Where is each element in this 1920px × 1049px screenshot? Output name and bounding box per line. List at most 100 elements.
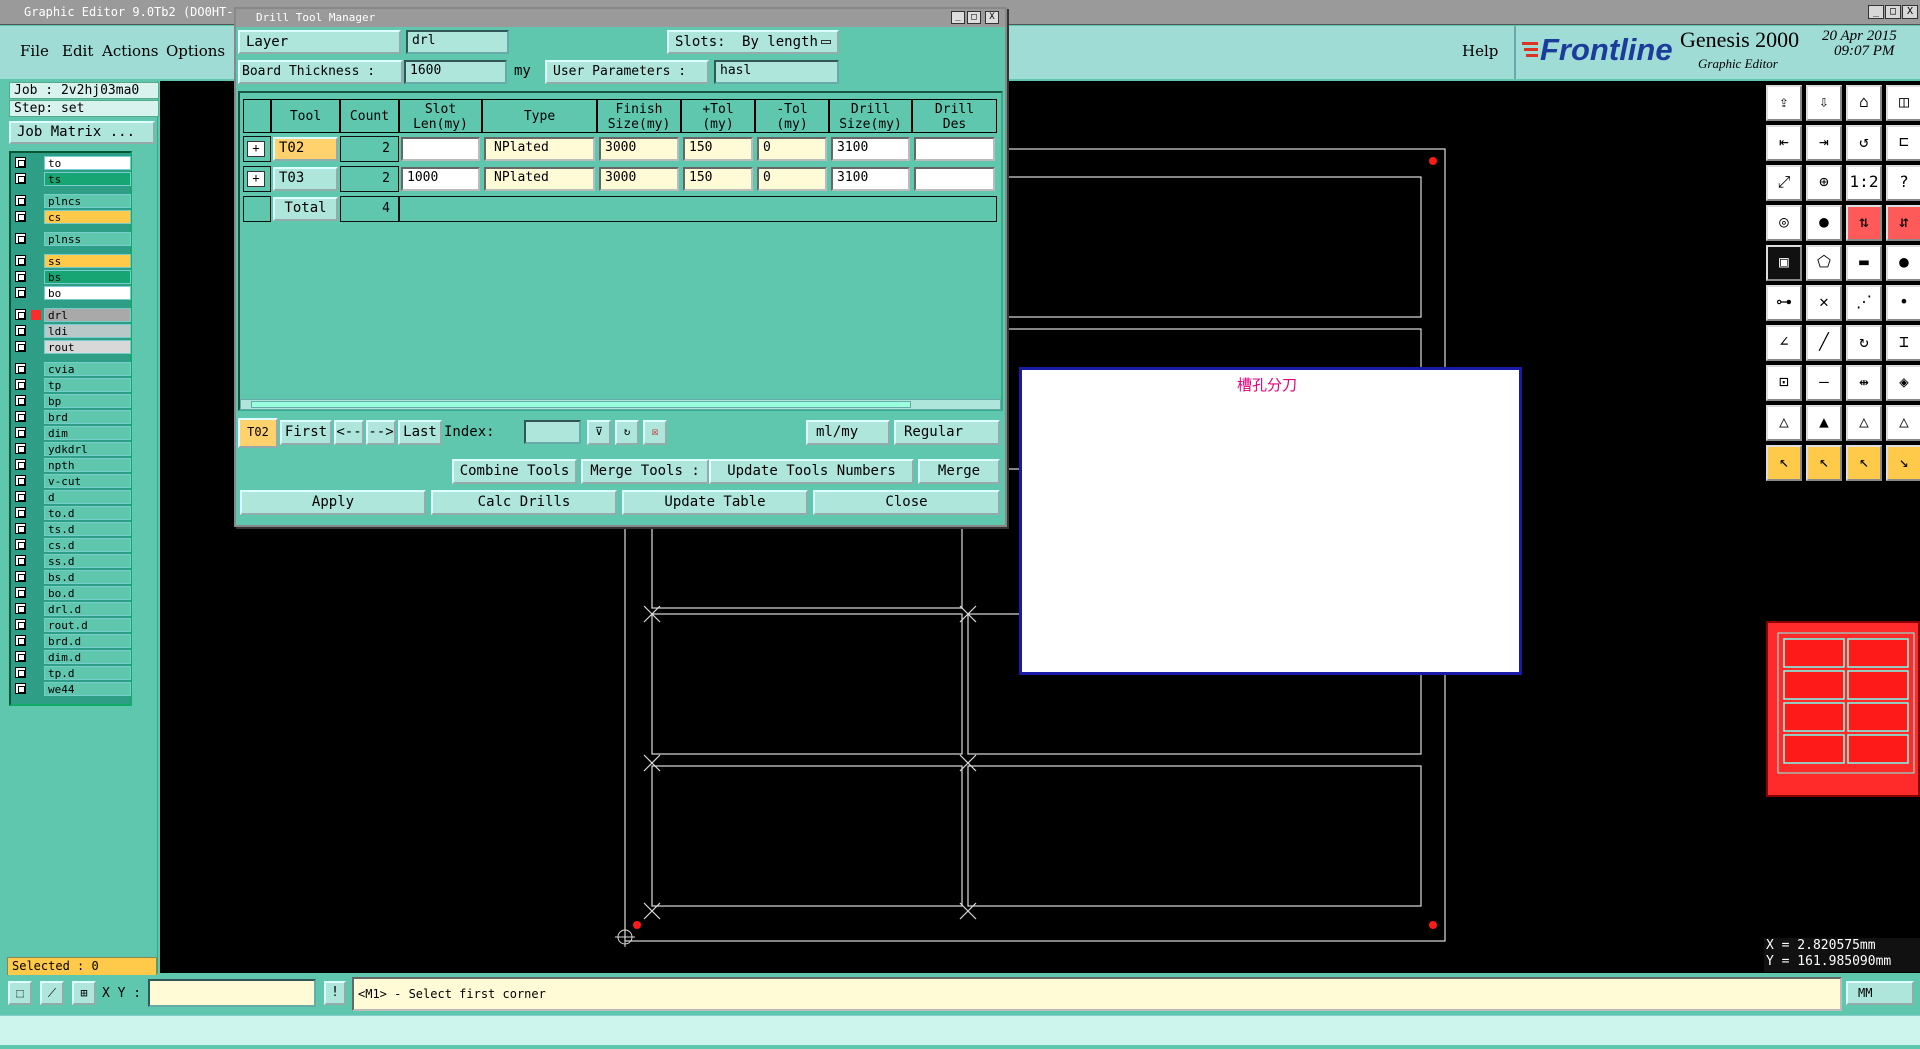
table-scrollbar[interactable] <box>240 399 1001 410</box>
menu-edit[interactable]: Edit <box>62 42 93 60</box>
cell-mtol[interactable]: 0 <box>757 167 827 191</box>
zoom-box-icon[interactable]: ⬚ <box>8 981 32 1005</box>
layer-name[interactable]: dim <box>44 426 131 440</box>
layer-name[interactable]: plncs <box>44 194 131 208</box>
save-icon[interactable]: ⇩ <box>1806 85 1842 121</box>
layer-row[interactable]: bo <box>14 286 131 300</box>
down-arrow-icon[interactable]: ⊽ <box>587 420 611 445</box>
triangle-b-icon[interactable]: △ <box>1846 405 1882 441</box>
layer-checkbox[interactable] <box>15 211 26 222</box>
layer-row[interactable]: brd <box>14 410 131 424</box>
shapes-icon[interactable]: ◈ <box>1886 365 1920 401</box>
dialog-minimize-button[interactable]: _ <box>951 11 965 24</box>
mode-selector[interactable]: Regular <box>894 420 1000 445</box>
cell-ptol[interactable]: 150 <box>683 167 753 191</box>
layer-name[interactable]: bo.d <box>44 586 131 600</box>
close-button[interactable]: X <box>1902 5 1918 19</box>
triangle-c-icon[interactable]: △ <box>1886 405 1920 441</box>
measure-icon[interactable]: ⇹ <box>1846 365 1882 401</box>
draw-line-icon[interactable]: ╱ <box>1806 325 1842 361</box>
index-input[interactable] <box>524 420 581 444</box>
layer-checkbox[interactable] <box>15 309 26 320</box>
layer-checkbox[interactable] <box>15 555 26 566</box>
menu-actions[interactable]: Actions <box>102 42 158 60</box>
minimize-button[interactable]: _ <box>1868 5 1884 19</box>
layer-checkbox[interactable] <box>15 635 26 646</box>
layer-name[interactable]: brd.d <box>44 634 131 648</box>
expand-row-icon[interactable]: + <box>247 171 265 187</box>
undo-icon[interactable]: ↺ <box>1846 125 1882 161</box>
layer-row[interactable]: bo.d <box>14 586 131 600</box>
layer-name[interactable]: bs.d <box>44 570 131 584</box>
select-icon[interactable]: ↖ <box>1806 445 1842 481</box>
layer-name[interactable]: d <box>44 490 131 504</box>
layer-checkbox[interactable] <box>15 475 26 486</box>
grid-icon[interactable]: ⊞ <box>72 981 96 1005</box>
layer-checkbox[interactable] <box>15 427 26 438</box>
line-icon[interactable]: ▬ <box>1846 245 1882 281</box>
cell-slot-len[interactable] <box>401 137 480 161</box>
layer-checkbox[interactable] <box>15 619 26 630</box>
layer-row[interactable]: drl.d <box>14 602 131 616</box>
zoom-icon[interactable]: ⊕ <box>1806 165 1842 201</box>
cell-ptol[interactable]: 150 <box>683 137 753 161</box>
dialog-maximize-button[interactable]: □ <box>967 11 981 24</box>
layer-checkbox[interactable] <box>15 651 26 662</box>
route-icon[interactable]: ⇵ <box>1886 205 1920 241</box>
layer-row[interactable]: v-cut <box>14 474 131 488</box>
layer-name[interactable]: to.d <box>44 506 131 520</box>
layer-name[interactable]: we44 <box>44 682 131 696</box>
layer-checkbox[interactable] <box>15 287 26 298</box>
drill-hole-pad[interactable] <box>633 921 641 929</box>
layer-row[interactable]: dim <box>14 426 131 440</box>
layer-row[interactable]: rout.d <box>14 618 131 632</box>
drill-hole-pad[interactable] <box>1429 157 1437 165</box>
scrollbar-thumb[interactable] <box>251 401 911 408</box>
layer-checkbox[interactable] <box>15 341 26 352</box>
triangle-a-icon[interactable]: ▲ <box>1806 405 1842 441</box>
point-icon[interactable]: • <box>1886 285 1920 321</box>
layer-name[interactable]: cvia <box>44 362 131 376</box>
drill-hole-pad[interactable] <box>1429 921 1437 929</box>
view-icon[interactable]: ◎ <box>1766 205 1802 241</box>
layer-row[interactable]: ts <box>14 172 131 186</box>
snap-icon[interactable]: ⊏ <box>1886 125 1920 161</box>
layer-row[interactable]: ss <box>14 254 131 268</box>
layer-checkbox[interactable] <box>15 363 26 374</box>
layer-name[interactable]: v-cut <box>44 474 131 488</box>
merge-button[interactable]: Merge <box>918 459 1000 484</box>
job-matrix-button[interactable]: Job Matrix ... <box>9 121 155 144</box>
cell-drill[interactable]: 3100 <box>831 167 910 191</box>
prev-button[interactable]: <-- <box>334 420 364 445</box>
layer-checkbox[interactable] <box>15 173 26 184</box>
layer-name[interactable]: ldi <box>44 324 131 338</box>
last-button[interactable]: Last <box>398 420 442 445</box>
menu-options[interactable]: Options <box>166 42 225 60</box>
layer-row[interactable]: ss.d <box>14 554 131 568</box>
layer-name[interactable]: ss.d <box>44 554 131 568</box>
layer-row[interactable]: ldi <box>14 324 131 338</box>
cell-drill[interactable]: 3100 <box>831 137 910 161</box>
layer-name[interactable]: bo <box>44 286 131 300</box>
drill-icon[interactable]: ⇅ <box>1846 205 1882 241</box>
layer-checkbox[interactable] <box>15 507 26 518</box>
user-parameters-input[interactable]: hasl <box>714 60 839 84</box>
layer-row[interactable]: npth <box>14 458 131 472</box>
layer-row[interactable]: bp <box>14 394 131 408</box>
cell-des[interactable] <box>914 137 995 161</box>
alert-icon[interactable]: ! <box>324 981 346 1005</box>
layer-name[interactable]: drl <box>44 308 131 322</box>
layer-row[interactable]: we44 <box>14 682 131 696</box>
layer-name[interactable]: drl.d <box>44 602 131 616</box>
layer-checkbox[interactable] <box>15 523 26 534</box>
open-icon[interactable]: ⇪ <box>1766 85 1802 121</box>
layer-row[interactable]: cvia <box>14 362 131 376</box>
user-parameters-button[interactable]: User Parameters : <box>545 60 709 84</box>
layer-row[interactable]: brd.d <box>14 634 131 648</box>
circle-icon[interactable]: ● <box>1886 245 1920 281</box>
menu-file[interactable]: File <box>20 42 49 60</box>
board-preview[interactable] <box>1766 621 1920 797</box>
tool-name[interactable]: T03 <box>273 167 338 191</box>
maximize-button[interactable]: □ <box>1885 5 1901 19</box>
cell-mtol[interactable]: 0 <box>757 137 827 161</box>
